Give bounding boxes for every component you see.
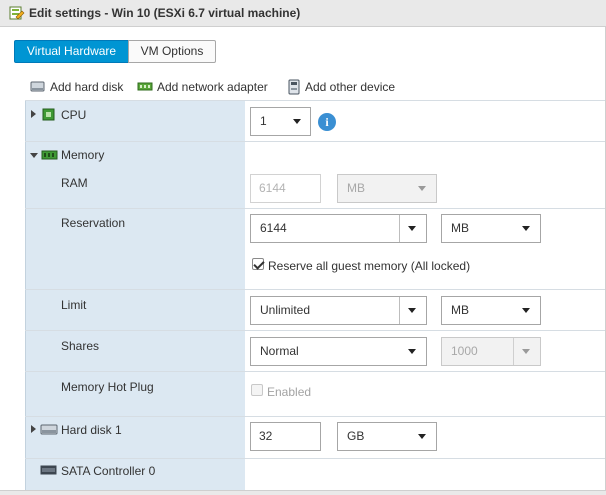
edit-settings-icon <box>9 6 25 20</box>
tab-virtual-hardware[interactable]: Virtual Hardware <box>14 40 129 63</box>
memory-icon <box>41 150 58 160</box>
reservation-unit-select[interactable]: MB <box>441 214 541 243</box>
chevron-down-icon <box>522 349 530 354</box>
hard-disk-1-label: Hard disk 1 <box>61 423 122 437</box>
add-other-device-label: Add other device <box>305 80 396 94</box>
select-divider <box>513 338 514 365</box>
add-network-adapter-button[interactable]: Add network adapter <box>137 79 268 95</box>
hardware-grid: CPU 1 i Memory RAM 6144 MB Reservation 6… <box>25 100 606 495</box>
memory-label: Memory <box>61 148 105 162</box>
limit-unit-value: MB <box>451 303 469 317</box>
ram-unit-select[interactable]: MB <box>337 174 437 203</box>
chevron-down-icon <box>408 226 416 231</box>
row-divider <box>25 330 606 331</box>
cpu-count-value: 1 <box>260 114 267 128</box>
row-divider <box>25 100 606 101</box>
sata-controller-label: SATA Controller 0 <box>61 464 156 478</box>
window-bottom-border <box>0 490 606 495</box>
chevron-down-icon <box>418 434 426 439</box>
row-divider <box>25 458 606 459</box>
window-title: Edit settings - Win 10 (ESXi 6.7 virtual… <box>29 6 301 20</box>
hard-disk-unit-select[interactable]: GB <box>337 422 437 451</box>
row-divider <box>25 141 606 142</box>
limit-unit-select[interactable]: MB <box>441 296 541 325</box>
select-divider <box>399 215 400 242</box>
select-divider <box>399 297 400 324</box>
add-network-adapter-label: Add network adapter <box>157 80 268 94</box>
chevron-down-icon <box>293 119 301 124</box>
limit-label: Limit <box>61 298 87 312</box>
shares-label: Shares <box>61 339 100 353</box>
hard-disk-unit-value: GB <box>347 429 365 443</box>
ram-label: RAM <box>61 176 88 190</box>
chevron-down-icon <box>408 349 416 354</box>
sata-controller-icon <box>40 465 57 475</box>
hard-disk-icon <box>40 424 58 435</box>
chevron-down-icon <box>408 308 416 313</box>
shares-number-select[interactable]: 1000 <box>441 337 541 366</box>
cpu-label: CPU <box>61 108 87 122</box>
shares-number-value: 1000 <box>451 344 478 358</box>
window-titlebar: Edit settings - Win 10 (ESXi 6.7 virtual… <box>0 0 606 27</box>
hard-disk-icon <box>30 81 45 92</box>
reserve-all-memory-label: Reserve all guest memory (All locked) <box>268 259 471 273</box>
ram-size-value: 6144 <box>259 181 286 195</box>
memory-hot-plug-label: Memory Hot Plug <box>61 380 154 394</box>
limit-value: Unlimited <box>260 303 311 317</box>
add-hard-disk-button[interactable]: Add hard disk <box>30 79 123 95</box>
ram-unit-value: MB <box>347 181 365 195</box>
chevron-down-icon <box>418 186 426 191</box>
hard-disk-size-value: 32 <box>259 429 273 443</box>
row-divider <box>25 208 606 209</box>
reserve-all-memory-checkbox[interactable] <box>252 258 264 270</box>
row-divider <box>25 289 606 290</box>
reservation-unit-value: MB <box>451 221 469 235</box>
label-column <box>25 100 245 495</box>
row-divider <box>25 371 606 372</box>
reservation-select[interactable]: 6144 <box>250 214 427 243</box>
limit-select[interactable]: Unlimited <box>250 296 427 325</box>
other-device-icon <box>288 79 300 95</box>
network-adapter-icon <box>137 82 153 91</box>
chevron-down-icon <box>522 308 530 313</box>
cpu-count-select[interactable]: 1 <box>250 107 311 136</box>
memory-hot-plug-checkbox[interactable] <box>251 384 263 396</box>
hard-disk-expand-chevron-icon[interactable] <box>31 425 36 433</box>
tab-vm-options[interactable]: VM Options <box>128 40 216 63</box>
add-hard-disk-label: Add hard disk <box>50 80 124 94</box>
shares-value: Normal <box>260 344 299 358</box>
reservation-label: Reservation <box>61 216 126 230</box>
hard-disk-size-input[interactable]: 32 <box>250 422 321 451</box>
memory-collapse-chevron-icon[interactable] <box>30 153 38 158</box>
shares-select[interactable]: Normal <box>250 337 427 366</box>
reservation-value: 6144 <box>260 221 287 235</box>
ram-size-input[interactable]: 6144 <box>250 174 321 203</box>
chevron-down-icon <box>522 226 530 231</box>
cpu-expand-chevron-icon[interactable] <box>31 110 36 118</box>
info-icon[interactable]: i <box>318 113 336 131</box>
add-other-device-button[interactable]: Add other device <box>287 79 395 95</box>
row-divider <box>25 416 606 417</box>
cpu-icon <box>42 108 55 121</box>
memory-hot-plug-enabled-label: Enabled <box>267 385 312 399</box>
